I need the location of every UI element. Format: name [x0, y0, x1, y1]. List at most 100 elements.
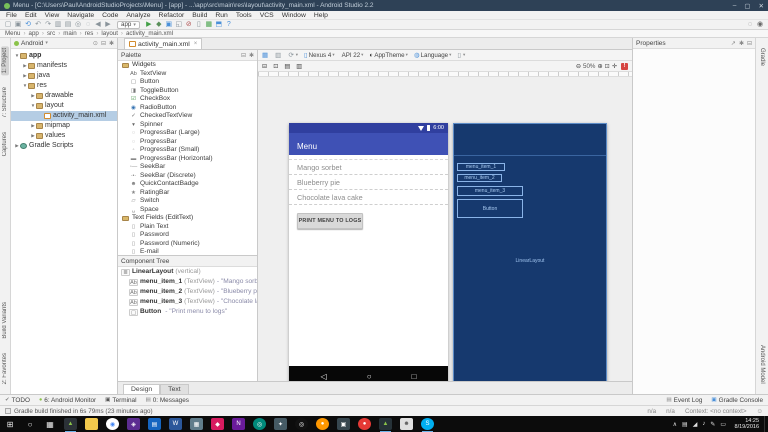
status-widget[interactable]: n/a — [647, 408, 656, 415]
palette-item[interactable]: ★ RatingBar — [118, 189, 257, 198]
tool-window-button[interactable]: Captures — [1, 130, 9, 158]
palette-item[interactable]: ☻ QuickContactBadge — [118, 180, 257, 189]
palette-item[interactable]: Text Fields (EditText) — [118, 214, 257, 223]
taskbar-app-icon[interactable]: W — [169, 418, 182, 430]
taskbar-app-icon[interactable]: ◎ — [253, 418, 266, 430]
zoom-out-icon[interactable]: ⊖ — [576, 63, 581, 70]
toolbar-icon[interactable]: ◱ — [174, 20, 184, 29]
design-toolbar-control[interactable]: ⟳ ▾ — [288, 51, 298, 59]
tray-icon[interactable]: ▤ — [682, 421, 688, 428]
design-toolbar-control[interactable]: ▯ ▾ — [457, 51, 465, 59]
tab-design[interactable]: Design — [123, 384, 160, 394]
menu-bar-item[interactable]: Refactor — [155, 12, 189, 19]
hector-icon[interactable]: ☺ — [757, 408, 763, 415]
taskbar-app-icon[interactable]: ▦ — [190, 418, 203, 430]
palette-item[interactable]: ▱ Switch — [118, 197, 257, 206]
taskbar-app-icon[interactable]: S — [421, 418, 434, 430]
project-tree-item[interactable]: activity_main.xml — [11, 111, 117, 121]
preview-textview[interactable]: Blueberry pie — [289, 175, 448, 190]
taskbar-app-icon[interactable]: ▲ — [64, 418, 77, 430]
breadcrumb-item[interactable]: app — [20, 30, 38, 37]
palette-item[interactable]: Widgets — [118, 61, 257, 70]
toolbar-icon[interactable]: ◆ — [154, 20, 164, 29]
component-tree-item[interactable]: Ab menu_item_1 (TextView) - "Mango sorbe… — [118, 277, 257, 287]
project-tree-item[interactable]: ▼ layout — [11, 101, 117, 111]
status-message[interactable]: Gradle build finished in 6s 79ms (23 min… — [14, 408, 153, 415]
status-widget[interactable]: Context: <no context> — [685, 408, 747, 415]
palette-item[interactable]: ◦ ProgressBar (Small) — [118, 146, 257, 155]
breadcrumb-item[interactable]: activity_main.xml — [118, 30, 173, 37]
grid-view-icon[interactable]: ⊟ — [241, 52, 246, 59]
component-tree-item[interactable]: ▢ Button - "Print menu to logs" — [118, 307, 257, 317]
tray-icon[interactable]: ✎ — [710, 421, 715, 428]
menu-bar-item[interactable]: Navigate — [63, 12, 98, 19]
pan-icon[interactable]: ✛ — [612, 63, 617, 70]
breadcrumb-item[interactable]: res — [77, 30, 94, 37]
tool-window-button[interactable]: 1: Project — [1, 46, 9, 75]
design-toolbar-control[interactable]: ▦ ▾ — [262, 51, 269, 59]
collapse-all-icon[interactable]: ⊟ — [101, 40, 106, 47]
taskbar-app-icon[interactable]: N — [232, 418, 245, 430]
toolbar-icon[interactable]: ↶ — [33, 20, 43, 29]
menu-bar-item[interactable]: Code — [98, 12, 122, 19]
palette-item[interactable]: ✓ CheckedTextView — [118, 112, 257, 121]
project-tree-item[interactable]: ▼ app — [11, 51, 117, 61]
toolbar-icon[interactable]: ↷ — [43, 20, 53, 29]
toolbar-icon[interactable]: ◎ — [73, 20, 83, 29]
palette-item[interactable]: ▯ Plain Text — [118, 223, 257, 232]
blueprint-preview[interactable]: menu_item_1 menu_item_2 menu_item_3 Butt… — [453, 123, 607, 386]
zoom-in-icon[interactable]: ⊕ — [597, 63, 602, 70]
editor-tab-activity-main[interactable]: activity_main.xml × — [124, 38, 202, 49]
gear-icon[interactable]: ✱ — [109, 40, 114, 47]
design-toolbar-control[interactable]: ▯ Nexus 4 ▾ — [304, 51, 335, 59]
toolbar-icon[interactable]: ◀ — [93, 20, 103, 29]
toolbar-icon[interactable]: ⬒ — [214, 20, 224, 29]
menu-bar-item[interactable]: Edit — [21, 12, 41, 19]
palette-item[interactable]: ▯ E-mail — [118, 248, 257, 255]
project-tree-item[interactable]: ▶ Gradle Scripts — [11, 141, 117, 151]
palette-item[interactable]: ␣ Space — [118, 206, 257, 215]
toolbar-icon[interactable]: ◌ — [83, 20, 93, 29]
design-toolbar-control[interactable]: API 22 ▾ — [341, 52, 364, 59]
design-option-icon[interactable]: ⊡ — [273, 63, 278, 70]
tool-window-button[interactable]: ● 6: Android Monitor — [39, 397, 96, 404]
project-tree-item[interactable]: ▶ values — [11, 131, 117, 141]
taskbar-app-icon[interactable] — [85, 418, 98, 430]
taskbar-app-icon[interactable]: ◉ — [106, 418, 119, 430]
tool-window-button[interactable]: ▣ Terminal — [105, 397, 136, 404]
menu-bar-item[interactable]: Window — [278, 12, 310, 19]
close-tab-icon[interactable]: × — [194, 41, 198, 47]
preview-textview[interactable]: Chocolate lava cake — [289, 190, 448, 205]
toolbar-icon[interactable]: ▯ — [194, 20, 204, 29]
blueprint-box-menu-item-3[interactable]: menu_item_3 — [457, 186, 523, 196]
tray-icon[interactable]: ◢ — [693, 421, 698, 428]
preview-textview[interactable]: Mango sorbet — [289, 160, 448, 175]
tool-window-button[interactable]: Gradle — [758, 46, 766, 68]
tool-window-button[interactable]: ▤ 0: Messages — [146, 397, 189, 404]
design-toolbar-control[interactable]: ◐ AppTheme ▾ — [369, 52, 407, 59]
taskbar-clock[interactable]: 14:25 8/19/2016 — [735, 418, 759, 430]
preview-print-button[interactable]: PRINT MENU TO LOGS — [297, 213, 363, 229]
palette-item[interactable]: Ab TextView — [118, 70, 257, 79]
palette-item[interactable]: ▯ Password — [118, 231, 257, 240]
breadcrumb-item[interactable]: main — [55, 30, 76, 37]
taskbar-app-icon[interactable]: ✦ — [274, 418, 287, 430]
zoom-fit-icon[interactable]: ⊡ — [605, 63, 610, 70]
maximize-button[interactable]: ▢ — [744, 2, 750, 10]
breadcrumb-item[interactable]: Menu — [5, 30, 20, 37]
project-tree-item[interactable]: ▶ drawable — [11, 91, 117, 101]
expand-icon[interactable]: ↗ — [731, 40, 736, 47]
toolbar-icon[interactable]: ▥ — [53, 20, 63, 29]
start-button[interactable]: ⊞ — [0, 420, 20, 429]
palette-item[interactable]: ◨ ToggleButton — [118, 87, 257, 96]
menu-bar-item[interactable]: VCS — [256, 12, 278, 19]
search-button[interactable]: ○ — [20, 420, 40, 429]
palette-item[interactable]: ◉ RadioButton — [118, 104, 257, 113]
show-desktop-button[interactable] — [764, 416, 768, 432]
tool-window-button[interactable]: ▤ Event Log — [666, 397, 702, 404]
tray-icon[interactable]: ∧ — [673, 421, 677, 428]
project-tree-item[interactable]: ▶ manifests — [11, 61, 117, 71]
menu-bar-item[interactable]: View — [41, 12, 64, 19]
project-tree-item[interactable]: ▶ mipmap — [11, 121, 117, 131]
taskbar-app-icon[interactable]: ● — [358, 418, 371, 430]
